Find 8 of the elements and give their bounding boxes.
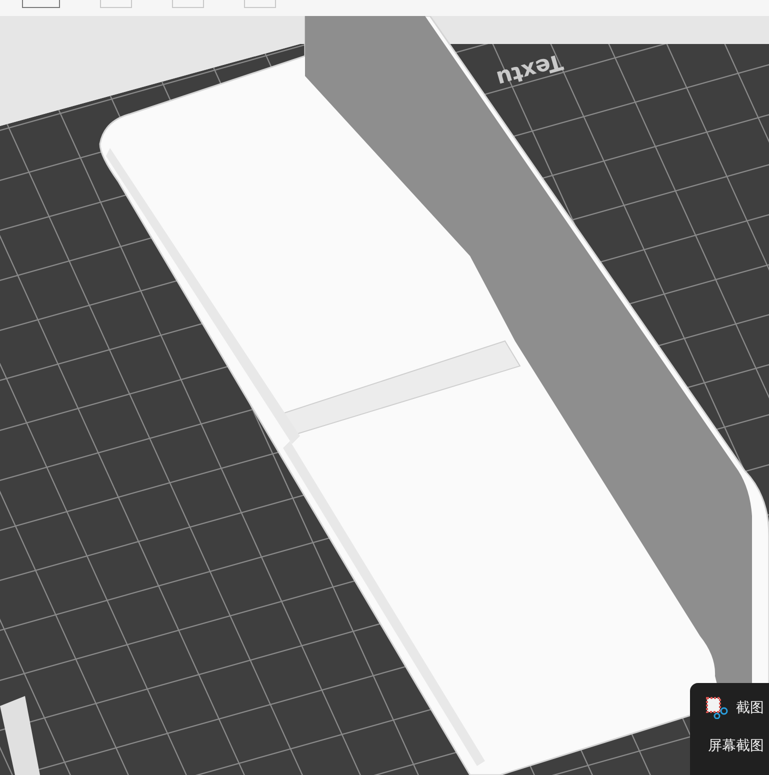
layout-icon[interactable] bbox=[22, 0, 60, 8]
box-icon[interactable] bbox=[244, 0, 276, 8]
box-icon[interactable] bbox=[100, 0, 132, 8]
notification-text: 屏幕截图 bbox=[708, 737, 765, 755]
box-icon[interactable] bbox=[172, 0, 204, 8]
notification-title: 截图 bbox=[736, 699, 764, 717]
bed-label: Textu bbox=[494, 48, 566, 91]
scissors-icon bbox=[706, 697, 728, 719]
